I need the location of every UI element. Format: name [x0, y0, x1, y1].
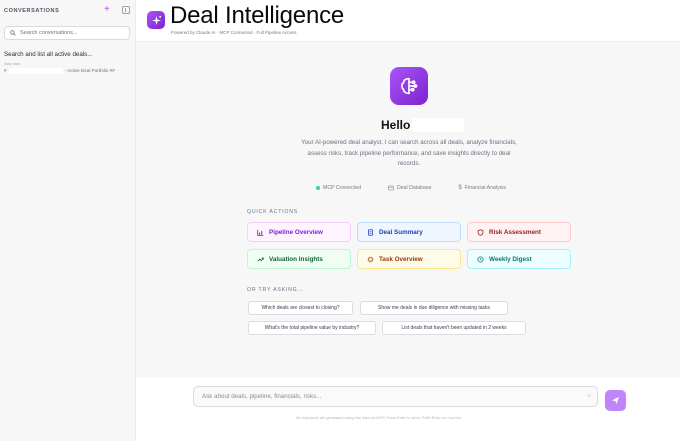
suggestion-chip[interactable]: List deals that haven't been updated in … — [382, 321, 526, 335]
redacted-text — [8, 68, 63, 74]
conversation-item[interactable]: Search and list all active deals... Just… — [4, 51, 134, 74]
dollar-icon: $ — [458, 185, 462, 191]
trending-up-icon — [257, 257, 264, 262]
action-label: Pipeline Overview — [269, 228, 323, 236]
sparkle-icon[interactable]: ✧ — [586, 393, 592, 400]
task-overview-button[interactable]: Task Overview — [357, 249, 461, 269]
status-label: Financial Analysis — [464, 185, 506, 191]
suggestion-chip[interactable]: What's the total pipeline value by indus… — [248, 321, 376, 335]
status-row: MCP Connected Deal Database $ Financial A… — [316, 185, 506, 191]
plus-icon[interactable]: + — [104, 5, 110, 15]
action-label: Risk Assessment — [489, 228, 541, 236]
target-icon — [367, 256, 374, 262]
sidebar-header: CONVERSATIONS + — [4, 5, 130, 16]
database-icon — [388, 185, 394, 191]
bar-chart-icon — [257, 229, 264, 236]
sparkle-logo-icon — [147, 11, 165, 29]
shield-icon — [477, 228, 484, 236]
pipeline-overview-button[interactable]: Pipeline Overview — [247, 222, 351, 242]
weekly-digest-button[interactable]: Weekly Digest — [467, 249, 571, 269]
send-icon — [611, 396, 620, 405]
brain-icon — [390, 67, 428, 105]
suggestion-chip[interactable]: Show me deals in due diligence with miss… — [360, 301, 508, 315]
send-button[interactable] — [605, 390, 626, 411]
search-icon — [10, 30, 16, 36]
sidebar-title: CONVERSATIONS — [4, 8, 60, 14]
status-database: Deal Database — [388, 185, 431, 191]
composer-box[interactable]: ✧ — [193, 386, 598, 407]
risk-assessment-button[interactable]: Risk Assessment — [467, 222, 571, 242]
action-label: Task Overview — [379, 255, 423, 263]
sidebar-collapse-icon[interactable] — [122, 6, 130, 14]
green-dot-icon — [316, 186, 320, 190]
intro-text: Your AI-powered deal analyst. I can sear… — [301, 139, 517, 167]
greeting: Hello — [381, 118, 465, 132]
suggestions-label: OR TRY ASKING... — [247, 287, 305, 293]
main-content: Hello Your AI-powered deal analyst. I ca… — [136, 42, 680, 378]
quick-actions-label: QUICK ACTIONS — [247, 209, 299, 215]
conversation-time: Just now — [4, 61, 20, 66]
status-label: Deal Database — [397, 185, 432, 191]
conversation-subtitle: # - Active Deal Portfolio ## — [4, 68, 134, 74]
suggestion-chip[interactable]: Which deals are closest to closing? — [248, 301, 353, 315]
message-input[interactable] — [202, 393, 572, 400]
document-icon — [368, 228, 373, 236]
greeting-text: Hello — [381, 118, 411, 132]
app-header: Deal Intelligence Powered by Claude AI ·… — [136, 0, 680, 42]
status-label: MCP Connected — [323, 185, 361, 191]
status-financial: $ Financial Analysis — [458, 185, 506, 191]
conversation-snippet: - Active Deal Portfolio ## — [64, 68, 115, 73]
conversation-prefix: # — [4, 68, 7, 73]
conversation-title: Search and list all active deals... — [4, 51, 93, 58]
action-label: Deal Summary — [379, 228, 423, 236]
disclaimer: All responses are generated using real d… — [296, 416, 463, 420]
action-label: Valuation Insights — [269, 255, 323, 263]
composer-area: ✧ All responses are generated using real… — [136, 378, 680, 441]
status-mcp: MCP Connected — [316, 185, 361, 191]
page-title: Deal Intelligence — [170, 2, 345, 29]
valuation-insights-button[interactable]: Valuation Insights — [247, 249, 351, 269]
action-label: Weekly Digest — [489, 255, 532, 263]
clock-icon — [477, 255, 484, 263]
search-box[interactable] — [4, 26, 130, 40]
page-subtitle: Powered by Claude AI · MCP Connected · F… — [171, 30, 297, 35]
redacted-name — [412, 118, 465, 132]
search-input[interactable] — [20, 30, 120, 36]
deal-summary-button[interactable]: Deal Summary — [357, 222, 461, 242]
sidebar: CONVERSATIONS + Search and list all acti… — [0, 0, 136, 441]
